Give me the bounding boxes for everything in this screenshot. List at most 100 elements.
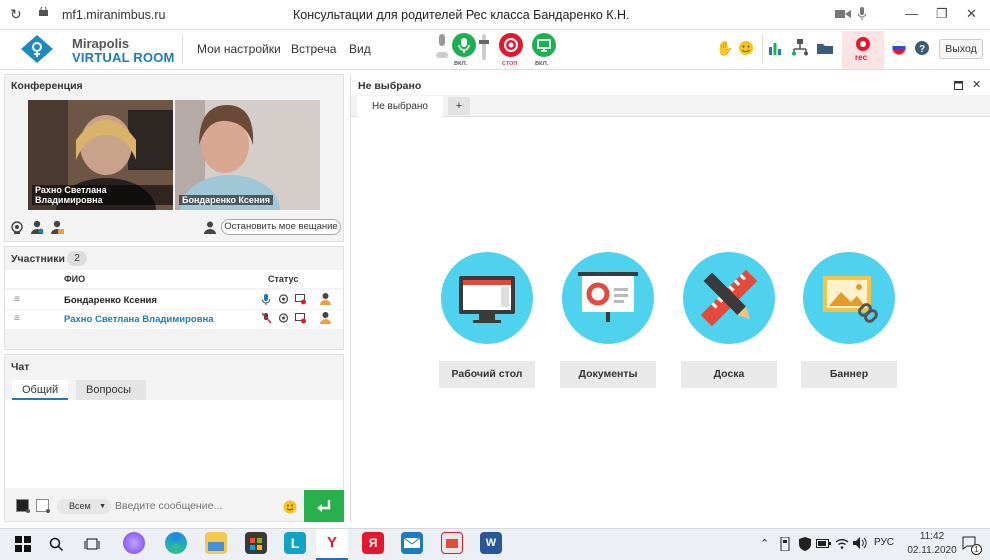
chevron-up-icon[interactable]: ⌃ xyxy=(760,537,769,550)
camera-toggle-label: стоп xyxy=(502,58,518,67)
whiteboard-button[interactable]: Доска xyxy=(681,361,777,388)
participant-role-icon[interactable] xyxy=(320,312,331,324)
alice-assistant-icon[interactable] xyxy=(123,532,145,554)
documents-button[interactable]: Документы xyxy=(560,361,656,388)
user-mic-icon[interactable] xyxy=(30,220,44,235)
exit-button[interactable]: Выход xyxy=(939,39,983,59)
tab-chat-general[interactable]: Общий xyxy=(12,380,69,400)
close-icon[interactable]: ✕ xyxy=(966,6,977,22)
camera-on-icon[interactable] xyxy=(278,294,289,305)
participant-video-image xyxy=(175,100,320,210)
camera-toggle-button[interactable] xyxy=(499,33,523,57)
taskbar-active-item[interactable]: Y xyxy=(316,529,348,560)
help-icon[interactable]: ? xyxy=(915,41,929,55)
emoji-status-icon[interactable] xyxy=(738,40,754,56)
drag-handle-icon[interactable]: ≡ xyxy=(14,294,20,305)
video-tile-bondarenko[interactable]: Бондаренко Ксения xyxy=(175,100,320,210)
lock-icon xyxy=(39,7,48,16)
send-message-button[interactable] xyxy=(304,490,344,522)
volume-slider[interactable] xyxy=(479,34,489,60)
clock-date[interactable]: 02.11.2020 xyxy=(902,545,962,556)
desktop-share-tile[interactable] xyxy=(441,252,533,344)
menu-my-settings[interactable]: Мои настройки xyxy=(197,42,281,56)
add-tab-button[interactable]: + xyxy=(448,97,470,115)
edge-browser-icon[interactable] xyxy=(165,532,187,554)
participant-role-icon[interactable] xyxy=(320,293,331,305)
slides-app-icon[interactable] xyxy=(441,532,463,554)
text-color-icon[interactable] xyxy=(16,499,30,513)
folder-icon[interactable] xyxy=(817,42,833,54)
tab-chat-questions[interactable]: Вопросы xyxy=(76,380,146,400)
webcam-settings-icon[interactable] xyxy=(10,221,24,235)
divider xyxy=(182,34,183,64)
recipient-value: Всем xyxy=(69,501,91,511)
svg-text:?: ? xyxy=(919,44,925,55)
search-icon[interactable] xyxy=(49,537,64,552)
window-title: Консультации для родителей Рес класса Ба… xyxy=(293,8,630,22)
browser-titlebar: ↻ mf1.miranimbus.ru Консультации для род… xyxy=(0,0,990,30)
enter-arrow-icon xyxy=(317,500,331,512)
record-button[interactable]: rec xyxy=(842,31,884,69)
reload-icon[interactable]: ↻ xyxy=(10,6,22,23)
wifi-icon[interactable] xyxy=(835,537,849,549)
input-language[interactable]: РУС xyxy=(874,537,894,548)
divider xyxy=(762,34,763,64)
logo-text: Mirapolis xyxy=(72,36,130,51)
restore-icon[interactable]: ❐ xyxy=(936,6,948,22)
recipient-select[interactable]: Всем ▼ xyxy=(57,499,111,514)
screen-share-status-icon[interactable] xyxy=(295,294,306,305)
menu-meeting[interactable]: Встреча xyxy=(291,42,336,56)
mail-app-icon[interactable] xyxy=(401,532,423,554)
image-link-icon xyxy=(823,276,878,323)
windows-start-icon[interactable] xyxy=(15,536,31,552)
raise-hand-icon[interactable]: ✋ xyxy=(716,40,733,57)
network-icon[interactable] xyxy=(792,39,808,57)
file-explorer-icon[interactable] xyxy=(205,532,227,554)
poll-chart-icon[interactable] xyxy=(768,41,782,55)
battery-icon[interactable] xyxy=(816,539,831,548)
user-icon xyxy=(204,221,216,234)
l-app-icon[interactable]: L xyxy=(284,532,306,554)
address-bar[interactable]: mf1.miranimbus.ru xyxy=(62,8,166,22)
microsoft-store-icon[interactable] xyxy=(245,532,267,554)
mic-indicator-icon[interactable] xyxy=(858,7,866,21)
documents-tile[interactable] xyxy=(562,252,654,344)
usb-device-icon[interactable] xyxy=(779,537,791,551)
close-panel-icon[interactable]: ✕ xyxy=(972,78,981,91)
tab-workspace-not-selected[interactable]: Не выбрано xyxy=(357,96,443,117)
camera-indicator-icon[interactable] xyxy=(835,9,851,19)
screen-share-status-icon[interactable] xyxy=(295,313,306,324)
yandex-app-icon[interactable]: Я xyxy=(362,532,384,554)
chat-message-input[interactable] xyxy=(115,497,280,515)
language-flag-icon[interactable] xyxy=(892,41,906,55)
whiteboard-tile[interactable] xyxy=(683,252,775,344)
word-app-icon[interactable]: W xyxy=(480,532,502,554)
mic-off-icon[interactable] xyxy=(262,313,272,324)
workspace-title: Не выбрано xyxy=(358,80,422,92)
screen-share-button[interactable] xyxy=(532,33,556,57)
chevron-down-icon: ▼ xyxy=(99,503,106,510)
conference-title: Конференция xyxy=(11,80,83,92)
clock-time[interactable]: 11:42 xyxy=(910,531,954,542)
video-tile-rakhno[interactable]: Рахно Светлана Владимировна xyxy=(28,100,173,210)
camera-on-icon[interactable] xyxy=(278,313,289,324)
emoji-picker-icon[interactable] xyxy=(283,500,297,514)
mic-toggle-button[interactable] xyxy=(452,33,476,57)
minimize-icon[interactable]: — xyxy=(905,6,918,21)
menu-view[interactable]: Вид xyxy=(349,42,371,56)
stop-broadcast-button[interactable]: Остановить мое вещание xyxy=(221,219,341,235)
video-name-label: Бондаренко Ксения xyxy=(179,195,274,205)
user-video-icon[interactable] xyxy=(50,220,64,235)
task-view-icon[interactable] xyxy=(84,537,100,552)
banner-tile[interactable] xyxy=(803,252,895,344)
mic-settings-icon[interactable] xyxy=(436,34,448,60)
background-color-icon[interactable] xyxy=(36,499,50,513)
mic-on-icon[interactable] xyxy=(262,294,270,305)
shield-icon[interactable] xyxy=(798,537,812,551)
table-row[interactable] xyxy=(5,290,343,309)
drag-handle-icon[interactable]: ≡ xyxy=(14,313,20,324)
banner-button[interactable]: Баннер xyxy=(801,361,897,388)
volume-icon[interactable] xyxy=(853,537,867,549)
desktop-share-button[interactable]: Рабочий стол xyxy=(439,361,535,388)
maximize-icon[interactable] xyxy=(954,81,963,90)
